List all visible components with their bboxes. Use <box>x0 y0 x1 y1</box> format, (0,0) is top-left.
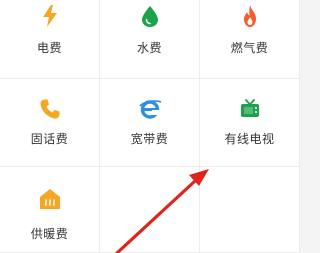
phone-icon <box>38 97 62 121</box>
grid-item-landline[interactable]: 固话费 <box>0 79 100 167</box>
grid-item-label: 燃气费 <box>230 41 269 55</box>
heating-icon <box>38 187 62 211</box>
flame-icon <box>238 4 262 28</box>
grid-item-cable-tv[interactable]: 有线电视 <box>200 79 300 167</box>
broadband-icon <box>138 97 162 121</box>
grid-item-broadband[interactable]: 宽带费 <box>100 79 200 167</box>
grid-item-label: 固话费 <box>30 132 69 146</box>
grid-empty-cell <box>100 167 200 253</box>
grid-empty-cell <box>200 167 300 253</box>
grid-item-heating[interactable]: 供暖费 <box>0 167 100 253</box>
grid-item-gas[interactable]: 燃气费 <box>200 0 300 79</box>
tv-icon <box>238 97 262 121</box>
grid-item-label: 水费 <box>136 41 162 55</box>
grid-item-label: 供暖费 <box>30 227 69 241</box>
grid-item-water[interactable]: 水费 <box>100 0 200 79</box>
bill-payment-grid: 电费 水费 燃气费 固话费 宽带费 有线电视 供暖费 <box>0 0 300 253</box>
lightning-icon <box>38 4 62 28</box>
grid-item-electricity[interactable]: 电费 <box>0 0 100 79</box>
water-drop-icon <box>138 4 162 28</box>
grid-item-label: 宽带费 <box>130 132 169 146</box>
grid-item-label: 电费 <box>36 41 62 55</box>
grid-item-label: 有线电视 <box>224 132 275 146</box>
